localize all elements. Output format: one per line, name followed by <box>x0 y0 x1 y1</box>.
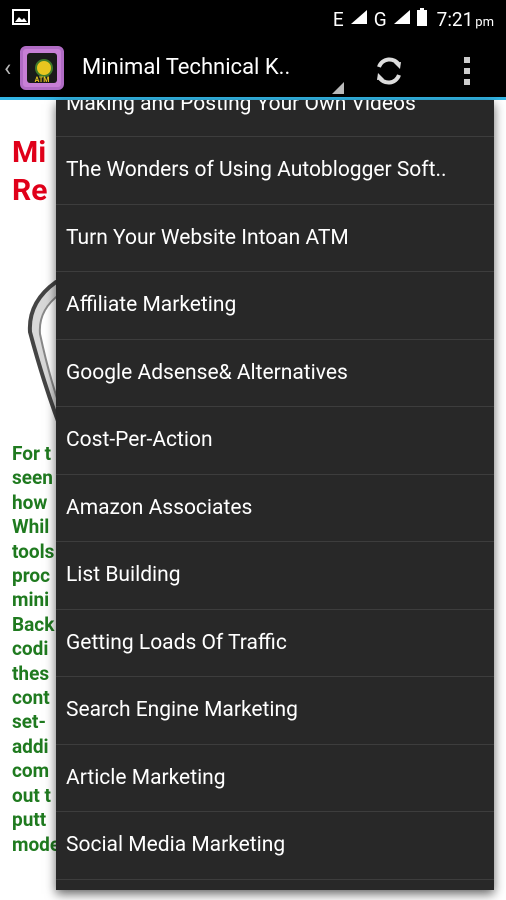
navigation-dropdown[interactable]: Making and Posting Your Own Videos The Wo… <box>56 100 494 890</box>
menu-item[interactable]: Social Media Marketing <box>56 812 494 880</box>
menu-item[interactable]: The Wonders of Using Autoblogger Soft.. <box>56 137 494 205</box>
menu-item-label: Article Marketing <box>66 765 226 790</box>
menu-item-label: Social Media Marketing <box>66 833 286 858</box>
more-vert-icon <box>464 57 470 85</box>
menu-item[interactable]: Getting Loads Of Traffic <box>56 610 494 677</box>
image-notification-icon <box>12 9 30 29</box>
network-type-label: E <box>332 7 344 31</box>
status-bar: E G 7:21 pm <box>0 0 506 38</box>
menu-item[interactable]: Cost-Per-Action <box>56 407 494 475</box>
menu-item[interactable]: Affiliate Marketing <box>56 272 494 340</box>
action-bar: ‹ ATM Minimal Technical K.. <box>0 38 506 100</box>
menu-item-label: Making and Posting Your Own Videos <box>66 100 416 116</box>
page-title: Minimal Technical K.. <box>82 55 291 80</box>
menu-item[interactable]: Search Engine Marketing <box>56 677 494 745</box>
menu-item-label: Getting Loads Of Traffic <box>66 630 287 655</box>
menu-item-label: Affiliate Marketing <box>66 293 237 318</box>
article-title: Mi Re <box>12 135 48 208</box>
menu-item[interactable]: Google Adsense& Alternatives <box>56 340 494 407</box>
menu-item-label: Search Engine Marketing <box>66 698 298 723</box>
spinner-indicator-icon <box>332 82 344 94</box>
network-type-label-2: G <box>373 7 387 31</box>
menu-item-label: Amazon Associates <box>66 495 253 520</box>
menu-item-label: The Wonders of Using Autoblogger Soft.. <box>66 158 447 183</box>
menu-item-label: Cost-Per-Action <box>66 428 213 453</box>
menu-item[interactable]: Amazon Associates <box>56 475 494 542</box>
menu-item-label: Google Adsense& Alternatives <box>66 360 348 385</box>
clock: 7:21 pm <box>436 7 494 31</box>
battery-icon <box>416 7 427 31</box>
menu-item-label: Turn Your Website Intoan ATM <box>66 225 349 250</box>
menu-item[interactable]: Article Marketing <box>56 745 494 812</box>
overflow-menu-button[interactable] <box>452 50 482 92</box>
menu-item-label: List Building <box>66 563 181 588</box>
signal-icon-2 <box>393 9 411 30</box>
menu-item[interactable]: Turn Your Website Intoan ATM <box>56 205 494 272</box>
signal-icon <box>350 9 368 30</box>
refresh-icon <box>377 57 401 85</box>
menu-item[interactable]: List Building <box>56 542 494 610</box>
back-chevron-icon[interactable]: ‹ <box>4 54 18 82</box>
title-spinner[interactable]: Minimal Technical K.. <box>82 55 344 94</box>
menu-item[interactable]: Making and Posting Your Own Videos <box>56 100 494 137</box>
app-logo-icon[interactable]: ATM <box>20 45 64 90</box>
refresh-button[interactable] <box>368 50 410 92</box>
